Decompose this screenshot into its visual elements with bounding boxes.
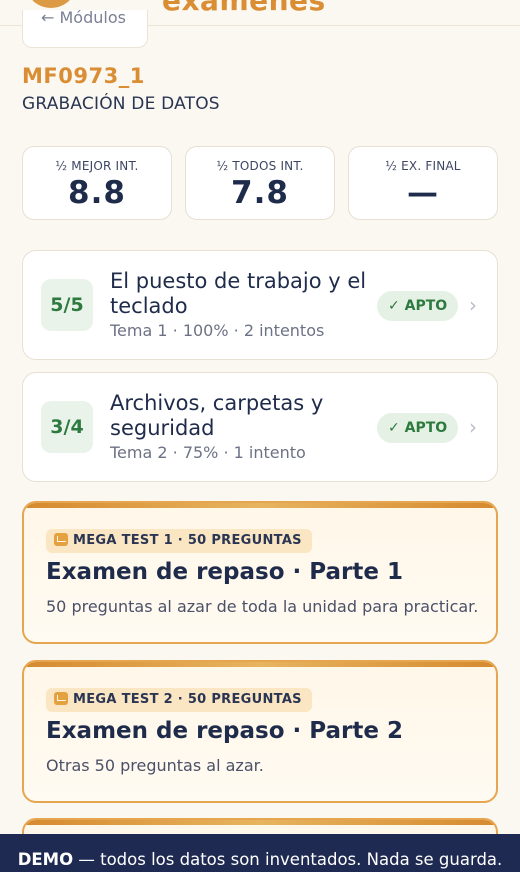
mega-test-description: Otras 50 preguntas al azar. <box>46 756 264 775</box>
logo <box>28 0 74 8</box>
mega-test-title: Examen de repaso · Parte 1 <box>46 559 403 585</box>
brand-title: exámenes <box>162 0 326 17</box>
stat-label: ½ TODOS INT. <box>216 159 304 173</box>
topic-meta: Tema 2 · 75% · 1 intento <box>110 443 306 462</box>
chevron-right-icon: › <box>469 415 477 439</box>
demo-label: DEMO <box>17 850 74 869</box>
chevron-right-icon: › <box>469 293 477 317</box>
mega-test-tag-label: MEGA TEST 2 · 50 PREGUNTAS <box>73 692 302 707</box>
stat-final-exam: ½ EX. FINAL — <box>348 146 498 220</box>
card-accent-stripe <box>24 662 496 667</box>
demo-text: — todos los datos son inventados. Nada s… <box>73 850 503 869</box>
stat-value: 7.8 <box>231 175 289 211</box>
stat-value: — <box>407 175 439 211</box>
mega-test-card-2[interactable]: MEGA TEST 2 · 50 PREGUNTAS Examen de rep… <box>22 660 498 803</box>
stat-value: 8.8 <box>68 175 126 211</box>
stat-all-attempts: ½ TODOS INT. 7.8 <box>185 146 335 220</box>
card-accent-stripe <box>24 820 496 825</box>
stat-label: ½ EX. FINAL <box>385 159 461 173</box>
stat-best-attempt: ½ MEJOR INT. 8.8 <box>22 146 172 220</box>
mega-test-description: 50 preguntas al azar de toda la unidad p… <box>46 597 479 616</box>
demo-banner: DEMO — todos los datos son inventados. N… <box>0 834 520 872</box>
back-to-modules-button[interactable]: ← Módulos <box>22 10 148 48</box>
topic-meta: Tema 1 · 100% · 2 intentos <box>110 321 325 340</box>
mega-test-card-1[interactable]: MEGA TEST 1 · 50 PREGUNTAS Examen de rep… <box>22 501 498 644</box>
module-code: MF0973_1 <box>22 64 145 88</box>
repeat-icon <box>54 533 68 546</box>
repeat-icon <box>54 692 68 705</box>
mega-test-tag: MEGA TEST 1 · 50 PREGUNTAS <box>46 529 312 553</box>
topic-title: Archivos, carpetas y seguridad <box>110 391 324 440</box>
mega-test-tag-label: MEGA TEST 1 · 50 PREGUNTAS <box>73 533 302 548</box>
status-badge: ✓ APTO <box>377 413 459 443</box>
topic-card-1[interactable]: 5/5 El puesto de trabajo y el teclado Te… <box>22 250 498 360</box>
module-name: GRABACIÓN DE DATOS <box>22 94 220 114</box>
card-accent-stripe <box>24 503 496 508</box>
status-badge: ✓ APTO <box>377 291 459 321</box>
topic-title: El puesto de trabajo y el teclado <box>110 269 367 318</box>
topic-score: 5/5 <box>41 279 93 331</box>
topic-card-2[interactable]: 3/4 Archivos, carpetas y seguridad Tema … <box>22 372 498 482</box>
stat-label: ½ MEJOR INT. <box>55 159 139 173</box>
back-button-label: ← Módulos <box>41 10 126 27</box>
topic-score: 3/4 <box>41 401 93 453</box>
mega-test-tag: MEGA TEST 2 · 50 PREGUNTAS <box>46 688 312 712</box>
mega-test-title: Examen de repaso · Parte 2 <box>46 718 403 744</box>
